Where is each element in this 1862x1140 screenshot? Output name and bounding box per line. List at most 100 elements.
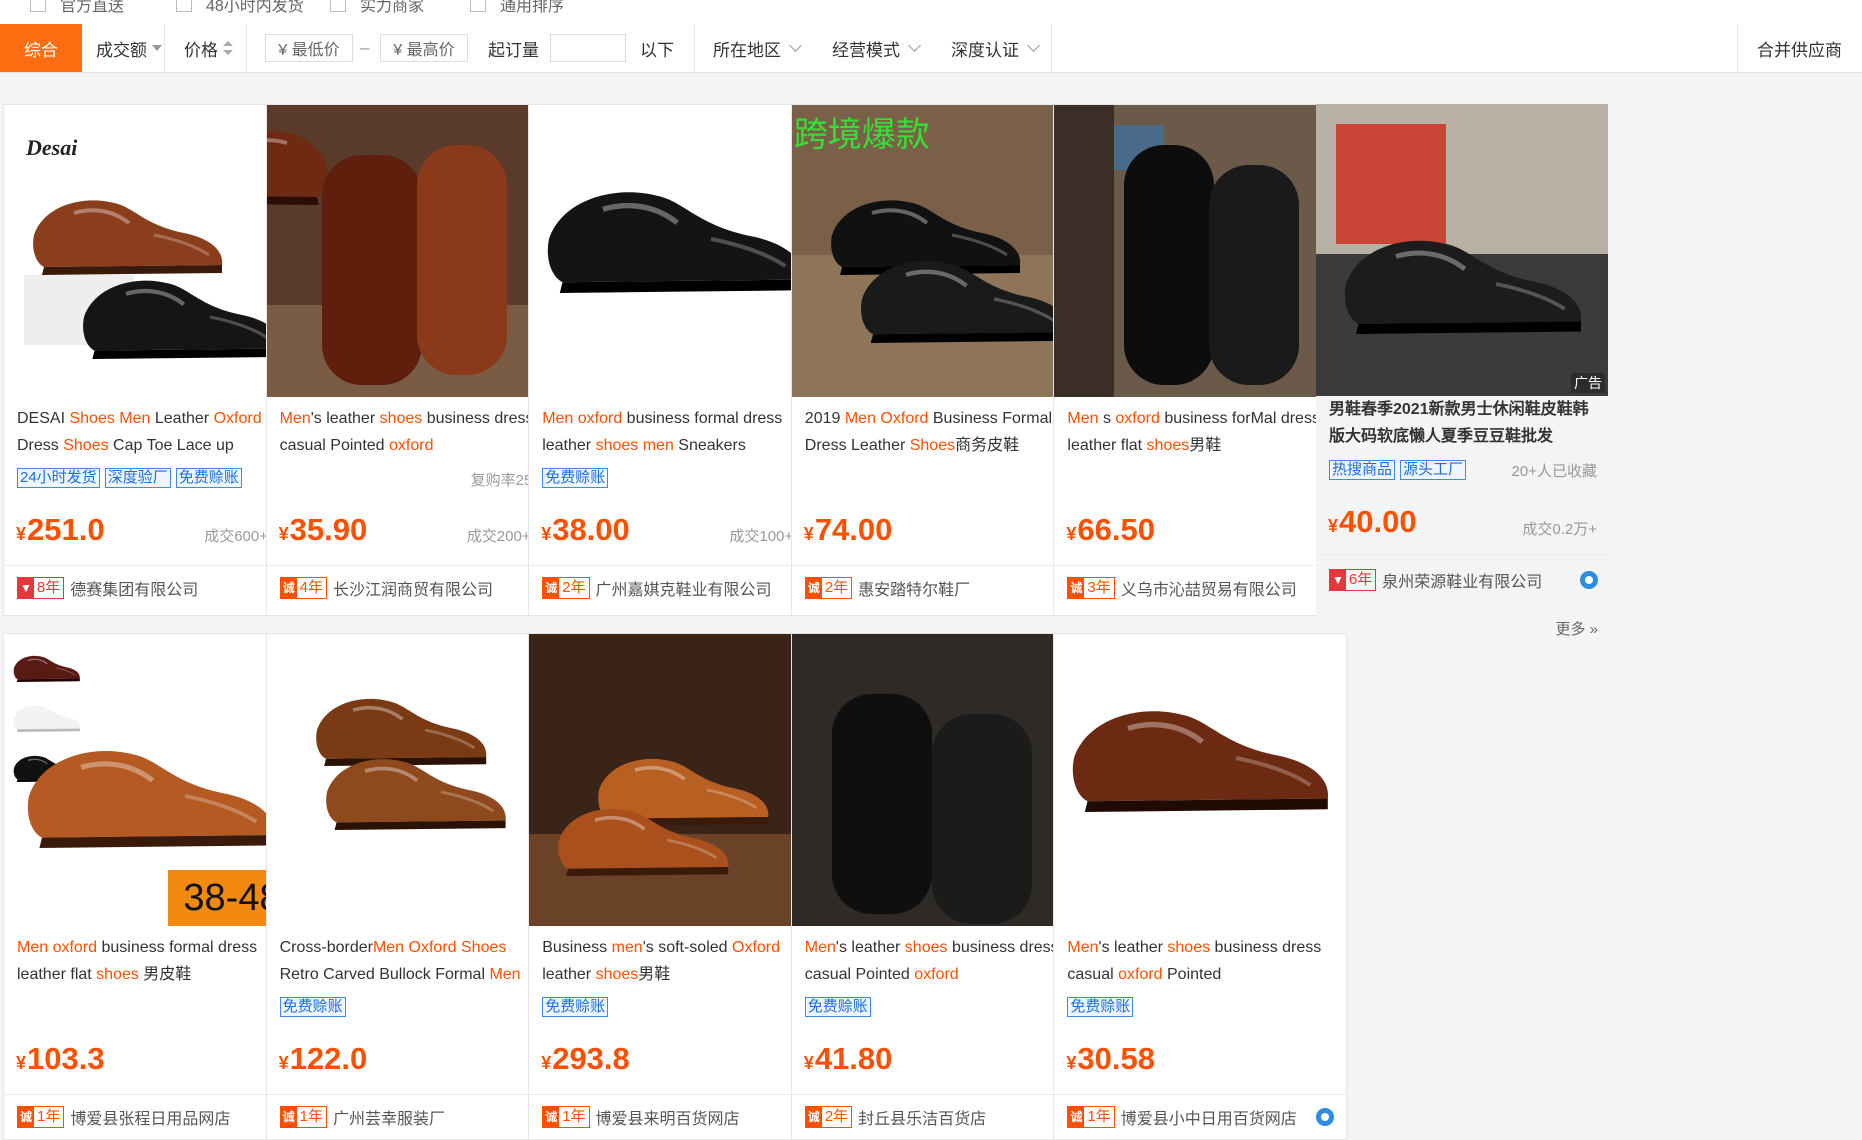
product-card[interactable]: Men's leather shoes business dress casua… xyxy=(1053,633,1348,1140)
supplier-info[interactable]: 诚 2年 惠安踏特尔鞋厂 xyxy=(804,576,970,600)
service-tag[interactable]: 免费赊账 xyxy=(279,997,346,1017)
chevron-down-icon xyxy=(1027,38,1040,52)
checkbox-strong-merchant[interactable]: 实力商家 xyxy=(330,0,424,16)
keyword-highlight: Oxford xyxy=(408,939,457,956)
product-image[interactable]: 38-48 xyxy=(4,634,296,926)
service-tag[interactable]: 热搜商品 xyxy=(1329,460,1396,480)
supplier-info[interactable]: ▼ 6年 泉州荣源鞋业有限公司 xyxy=(1329,568,1542,592)
product-card[interactable]: Men oxford business formal dress leather… xyxy=(528,104,823,616)
service-tags: 免费赊账 xyxy=(542,468,609,488)
supplier-info[interactable]: 诚 1年 博爱县来明百货网店 xyxy=(542,1105,740,1129)
service-tag[interactable]: 免费赊账 xyxy=(804,997,871,1017)
product-card[interactable]: 广告 男鞋春季2021新款男士休闲鞋皮鞋韩版大码软底懒人夏季豆豆鞋批发热搜商品 源头… xyxy=(1316,104,1610,638)
product-image[interactable] xyxy=(1054,105,1347,397)
company-name[interactable]: 博爱县来明百货网店 xyxy=(596,1105,740,1129)
business-mode-dropdown[interactable]: 经营模式 xyxy=(832,24,921,72)
product-card[interactable]: Men's leather shoes business dress casua… xyxy=(790,633,1085,1140)
moq-input[interactable] xyxy=(550,34,626,62)
checkbox-label: 48小时内发货 xyxy=(206,0,304,15)
company-name[interactable]: 博爱县张程日用品网店 xyxy=(70,1105,230,1129)
checkbox-box[interactable] xyxy=(470,0,486,12)
service-tag[interactable]: 免费赊账 xyxy=(542,997,609,1017)
product-image[interactable] xyxy=(266,634,559,926)
currency-symbol: ¥ xyxy=(278,1053,289,1073)
checkbox-general-sort[interactable]: 通用排序 xyxy=(470,0,564,16)
supplier-info[interactable]: 诚 1年 博爱县小中日用百货网店 xyxy=(1067,1105,1297,1129)
company-name[interactable]: 长沙江润商贸有限公司 xyxy=(333,576,493,600)
service-tag[interactable]: 免费赊账 xyxy=(542,468,609,488)
company-name[interactable]: 广州嘉娸克鞋业有限公司 xyxy=(596,576,772,600)
product-image[interactable] xyxy=(1054,634,1347,926)
company-name[interactable]: 广州芸幸服装厂 xyxy=(333,1105,445,1129)
product-image[interactable] xyxy=(529,105,822,397)
product-price: ¥74.00 xyxy=(804,512,893,548)
sort-comprehensive-tab[interactable]: 综合 xyxy=(0,24,82,72)
company-name[interactable]: 封丘县乐洁百货店 xyxy=(858,1105,986,1129)
supplier-info[interactable]: 诚 2年 封丘县乐洁百货店 xyxy=(804,1105,986,1129)
product-card[interactable]: Men s oxford business forMal dress leath… xyxy=(1053,104,1348,616)
checkbox-box[interactable] xyxy=(30,0,46,12)
product-image[interactable] xyxy=(791,634,1084,926)
checkbox-48h[interactable]: 48小时内发货 xyxy=(176,0,304,16)
product-card[interactable]: 跨境爆款 2019 Men Oxford Business Formal Dres… xyxy=(790,104,1085,616)
product-card[interactable]: 38-48 Men oxford business formal dress le… xyxy=(3,633,297,1140)
product-card[interactable]: Men's leather shoes business dress casua… xyxy=(265,104,560,616)
more-link[interactable]: 更多 » xyxy=(1555,618,1598,639)
product-title[interactable]: Men oxford business formal dress leather… xyxy=(542,405,812,459)
product-image[interactable]: 跨境爆款 xyxy=(791,105,1084,397)
service-tag[interactable]: 24小时发货 xyxy=(17,468,100,488)
product-title[interactable]: 男鞋春季2021新款男士休闲鞋皮鞋韩版大码软底懒人夏季豆豆鞋批发 xyxy=(1329,396,1599,450)
service-tag[interactable]: 源头工厂 xyxy=(1400,460,1467,480)
company-name[interactable]: 德赛集团有限公司 xyxy=(70,576,198,600)
checkbox-box[interactable] xyxy=(176,0,192,12)
product-card[interactable]: Desai DESAI Shoes Men Leather Oxford Dres… xyxy=(3,104,297,616)
product-card[interactable]: Cross-borderMen Oxford Shoes Retro Carve… xyxy=(265,633,560,1140)
company-name[interactable]: 博爱县小中日用百货网店 xyxy=(1121,1105,1297,1129)
sort-volume-button[interactable]: 成交额 xyxy=(96,24,162,72)
keyword-highlight: Shoes xyxy=(909,437,956,454)
company-name[interactable]: 泉州荣源鞋业有限公司 xyxy=(1382,568,1542,592)
service-tag[interactable]: 免费赊账 xyxy=(175,468,242,488)
product-title[interactable]: Men's leather shoes business dress casua… xyxy=(1067,934,1337,988)
company-name[interactable]: 惠安踏特尔鞋厂 xyxy=(858,576,970,600)
product-image[interactable] xyxy=(266,105,559,397)
chevron-down-icon xyxy=(789,38,802,52)
checkbox-box[interactable] xyxy=(330,0,346,12)
supplier-info[interactable]: 诚 3年 义乌市沁喆贸易有限公司 xyxy=(1067,576,1297,600)
supplier-info[interactable]: 诚 1年 博爱县张程日用品网店 xyxy=(17,1105,230,1129)
product-title[interactable]: Business men's soft-soled Oxford leather… xyxy=(542,934,812,988)
supplier-info[interactable]: ▼ 8年 德赛集团有限公司 xyxy=(17,576,198,600)
product-title[interactable]: Cross-borderMen Oxford Shoes Retro Carve… xyxy=(280,934,550,988)
service-tag[interactable]: 免费赊账 xyxy=(1067,997,1134,1017)
price-value: 293.8 xyxy=(552,1041,630,1076)
product-title[interactable]: Men's leather shoes business dress casua… xyxy=(280,405,550,459)
merge-suppliers-button[interactable]: 合并供应商 xyxy=(1757,24,1842,72)
title-text: 's leather xyxy=(1098,939,1168,956)
product-image[interactable]: 广告 xyxy=(1316,104,1608,396)
product-card[interactable]: Business men's soft-soled Oxford leather… xyxy=(528,633,823,1140)
service-tags: 24小时发货 深度验厂 免费赊账 xyxy=(17,468,242,488)
filter-checkbox-strip: 官方直送 48小时内发货 实力商家 通用排序 xyxy=(0,0,1862,25)
supplier-info[interactable]: 诚 4年 长沙江润商贸有限公司 xyxy=(279,576,493,600)
product-title[interactable]: Men's leather shoes business dress casua… xyxy=(805,934,1075,988)
checkbox-official[interactable]: 官方直送 xyxy=(30,0,124,16)
company-name[interactable]: 义乌市沁喆贸易有限公司 xyxy=(1121,576,1297,600)
product-title[interactable]: Men s oxford business forMal dress leath… xyxy=(1067,405,1337,459)
shoe-photo xyxy=(1054,634,1347,926)
supplier-info[interactable]: 诚 2年 广州嘉娸克鞋业有限公司 xyxy=(542,576,772,600)
chat-icon[interactable] xyxy=(1580,571,1598,589)
product-title[interactable]: DESAI Shoes Men Leather Oxford Dress Sho… xyxy=(17,405,287,459)
title-text: 商务皮鞋 xyxy=(955,437,1020,454)
max-price-input[interactable]: ¥ 最高价 xyxy=(380,34,468,62)
product-title[interactable]: 2019 Men Oxford Business Formal Dress Le… xyxy=(805,405,1075,459)
region-dropdown[interactable]: 所在地区 xyxy=(713,24,802,72)
product-title[interactable]: Men oxford business formal dress leather… xyxy=(17,934,287,988)
service-tag[interactable]: 深度验厂 xyxy=(104,468,171,488)
chat-icon[interactable] xyxy=(1316,1108,1335,1126)
product-image[interactable]: Desai xyxy=(4,105,296,397)
min-price-input[interactable]: ¥ 最低价 xyxy=(265,34,353,62)
sort-price-button[interactable]: 价格 xyxy=(184,24,233,72)
supplier-info[interactable]: 诚 1年 广州芸幸服装厂 xyxy=(279,1105,445,1129)
product-image[interactable] xyxy=(529,634,822,926)
depth-cert-dropdown[interactable]: 深度认证 xyxy=(951,24,1040,72)
